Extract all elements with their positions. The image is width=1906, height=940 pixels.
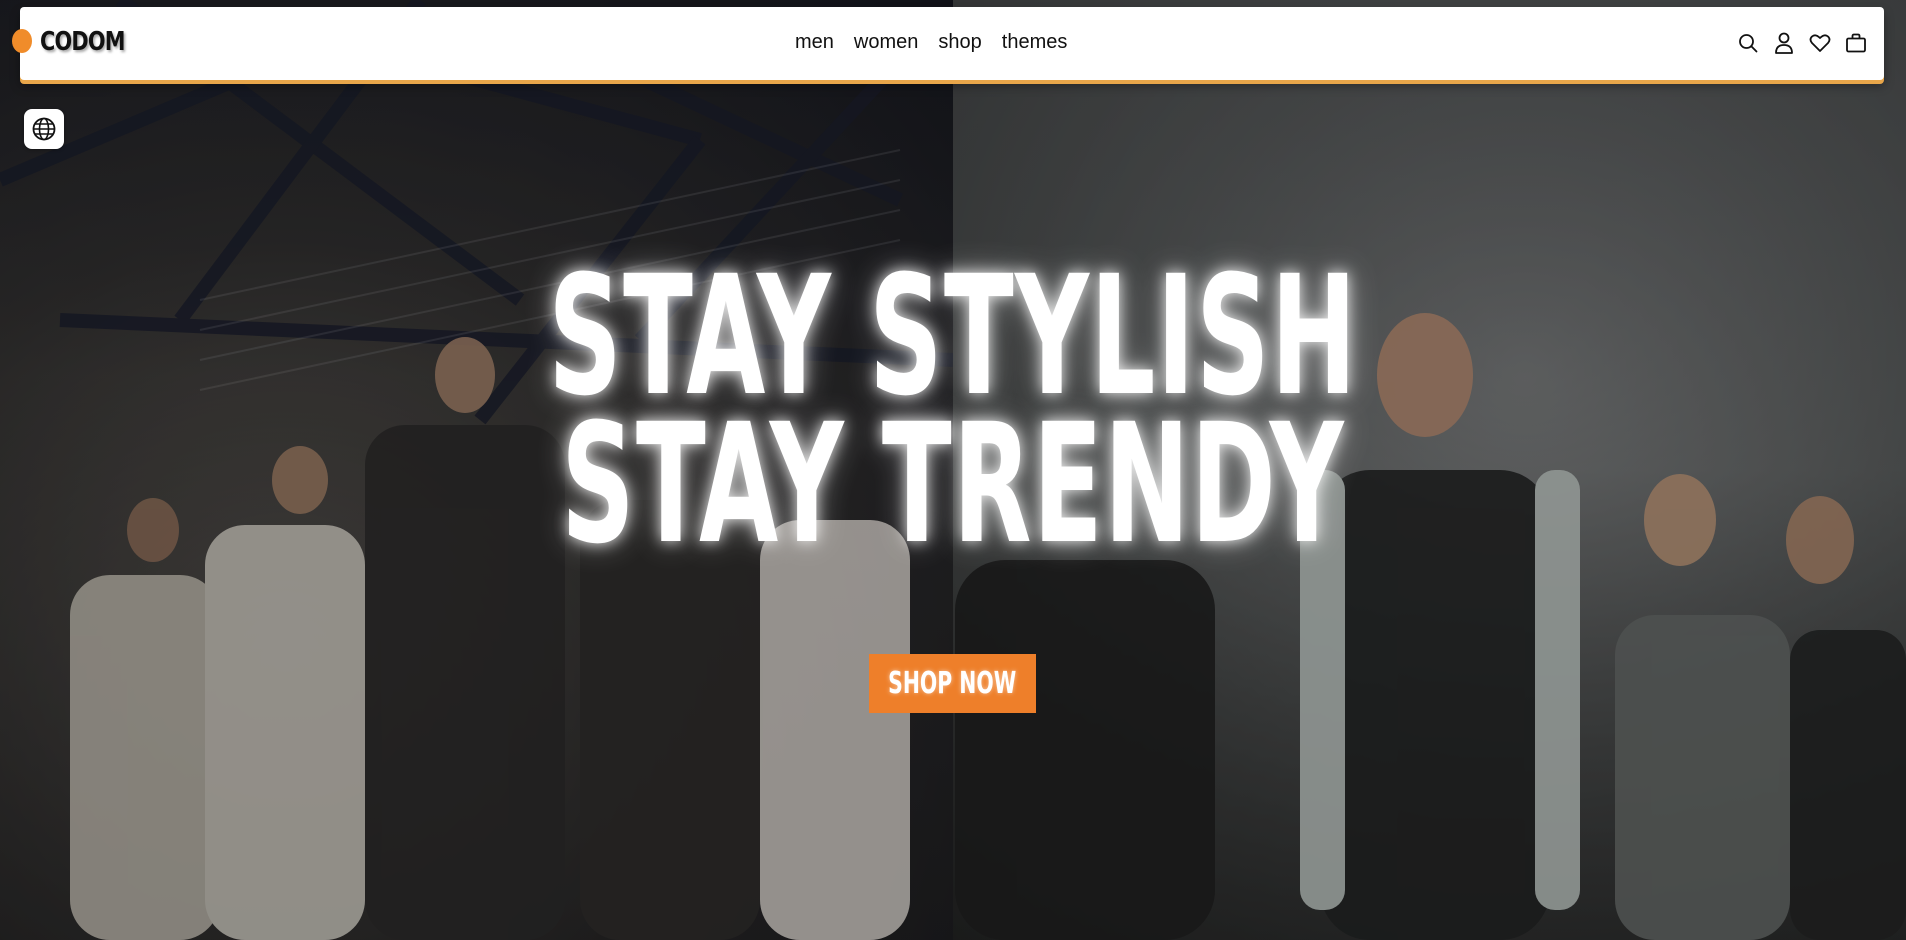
- hero-headline: STAY STYLISH STAY TRENDY: [0, 254, 1906, 580]
- globe-icon: [32, 117, 56, 141]
- language-button[interactable]: [24, 109, 64, 149]
- headline-line-2: STAY TRENDY: [561, 388, 1345, 580]
- nav-item-shop[interactable]: shop: [938, 31, 981, 54]
- main-nav: men women shop themes: [795, 31, 1067, 54]
- nav-item-men[interactable]: men: [795, 31, 834, 54]
- header-actions: [1736, 31, 1868, 55]
- nav-item-women[interactable]: women: [854, 31, 918, 54]
- shop-now-button[interactable]: SHOP NOW: [869, 654, 1036, 713]
- user-icon[interactable]: [1772, 31, 1796, 55]
- bag-icon[interactable]: [1844, 31, 1868, 55]
- nav-item-themes[interactable]: themes: [1002, 31, 1068, 54]
- search-icon[interactable]: [1736, 31, 1760, 55]
- site-header: CODOM men women shop themes: [12, 7, 1884, 80]
- hero-banner: STAY STYLISH STAY TRENDY SHOP NOW: [0, 0, 1906, 940]
- shop-now-label: SHOP NOW: [888, 666, 1017, 701]
- orange-marker: [12, 29, 32, 53]
- brand-logo[interactable]: CODOM: [40, 27, 125, 57]
- heart-icon[interactable]: [1808, 31, 1832, 55]
